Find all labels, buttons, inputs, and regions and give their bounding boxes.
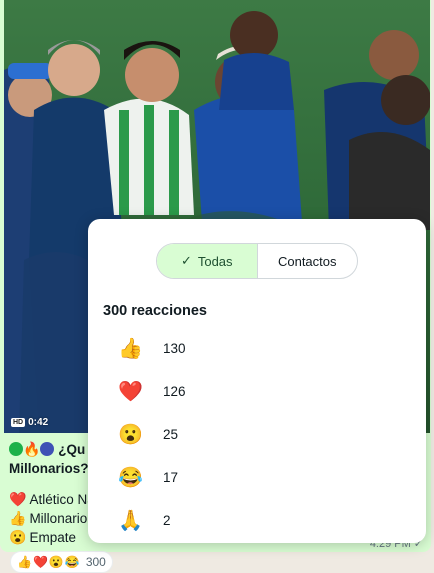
heart-icon: ❤️ <box>9 491 27 507</box>
reaction-count: 25 <box>163 427 179 442</box>
reaction-row-laughing[interactable]: 😂 17 <box>88 456 426 499</box>
caption-option-text: Millonario <box>29 511 88 526</box>
tab-contactos[interactable]: Contactos <box>258 244 358 278</box>
video-duration-badge: HD 0:42 <box>11 417 48 428</box>
video-duration: 0:42 <box>28 417 49 428</box>
caption-option-text: Atlético Na <box>29 492 95 507</box>
heart-icon: ❤️ <box>32 555 48 569</box>
check-icon: ✓ <box>180 253 192 268</box>
reactions-heading: 300 reacciones <box>103 303 207 319</box>
reactions-count: 300 <box>85 555 106 569</box>
reactions-popup: ✓ Todas Contactos 300 reacciones 👍 130 ❤… <box>88 219 426 543</box>
laughing-face-icon: 😂 <box>118 467 143 489</box>
reaction-count: 130 <box>163 341 186 356</box>
reaction-row-pray[interactable]: 🙏 2 <box>88 499 426 542</box>
reaction-row-surprised[interactable]: 😮 25 <box>88 413 426 456</box>
thumbs-up-icon: 👍 <box>118 338 143 360</box>
reaction-count: 126 <box>163 384 186 399</box>
reaction-list: 👍 130 ❤️ 126 😮 25 😂 17 🙏 2 <box>88 327 426 542</box>
hd-badge: HD <box>11 418 26 427</box>
reactions-summary-pill[interactable]: 👍 ❤️ 😮 😂 300 <box>10 551 113 573</box>
fire-icon: 🔥 <box>23 441 41 457</box>
thumbs-up-icon: 👍 <box>17 555 32 569</box>
tab-todas[interactable]: ✓ Todas <box>157 244 258 278</box>
green-circle-icon <box>9 442 23 456</box>
caption-title-line1: ¿Qu <box>58 442 86 457</box>
heart-icon: ❤️ <box>118 381 143 403</box>
reaction-count: 2 <box>163 513 171 528</box>
surprised-face-icon: 😮 <box>118 424 143 446</box>
tab-label: Contactos <box>277 253 337 269</box>
blue-circle-icon <box>40 442 55 456</box>
folded-hands-icon: 🙏 <box>118 510 143 532</box>
thumbs-up-icon: 👍 <box>9 510 27 526</box>
reactions-filter-tabs: ✓ Todas Contactos <box>156 243 358 279</box>
surprised-face-icon: 😮 <box>48 555 64 569</box>
caption-title-line2: Millonarios? <box>9 461 89 476</box>
reaction-count: 17 <box>163 470 179 485</box>
reaction-row-heart[interactable]: ❤️ 126 <box>88 370 426 413</box>
laughing-face-icon: 😂 <box>64 555 80 569</box>
surprised-face-icon: 😮 <box>9 529 27 545</box>
reaction-row-thumbs-up[interactable]: 👍 130 <box>88 327 426 370</box>
tab-label: Todas <box>197 253 233 269</box>
caption-option-text: Empate <box>29 530 76 545</box>
